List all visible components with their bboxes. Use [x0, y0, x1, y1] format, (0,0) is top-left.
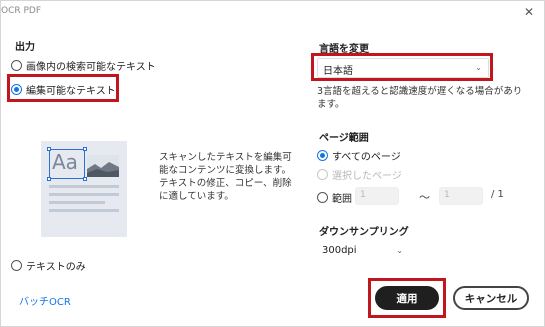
- selection-handle: [47, 177, 51, 181]
- downsampling-label: ダウンサンプリング: [319, 227, 409, 238]
- page-range-selected-label: 選択したページ: [332, 171, 402, 182]
- output-option-label: 画像内の検索可能なテキスト: [26, 62, 156, 73]
- text-line-graphic: [49, 201, 105, 204]
- page-range-selected: 選択したページ: [317, 167, 402, 182]
- selection-handle: [83, 177, 87, 181]
- range-separator: ～: [419, 191, 430, 204]
- selection-handle: [47, 147, 51, 151]
- photo-thumbnail-icon: [87, 155, 119, 177]
- radio-button[interactable]: [11, 60, 22, 71]
- radio-button[interactable]: [11, 260, 22, 271]
- output-option-editable[interactable]: 編集可能なテキスト: [11, 82, 116, 97]
- range-to-input[interactable]: 1: [439, 187, 483, 205]
- output-description: スキャンしたテキストを編集可能なコンテンツに変換します。テキストの修正、コピー、…: [159, 152, 292, 202]
- text-line-graphic: [49, 209, 119, 212]
- language-label: 言語を変更: [319, 44, 369, 55]
- chevron-down-icon: ⌄: [475, 63, 482, 72]
- output-option-label: テキストのみ: [26, 262, 86, 273]
- downsampling-selected-value: 300dpi: [322, 245, 357, 256]
- radio-button-checked[interactable]: [11, 84, 22, 95]
- text-line-graphic: [49, 193, 119, 196]
- chevron-down-icon: ⌄: [396, 246, 403, 255]
- language-note: 3言語を超えると認識速度が遅くなる場合があります。: [317, 86, 523, 110]
- page-range-label: ページ範囲: [319, 133, 369, 144]
- selection-handle: [83, 147, 87, 151]
- editable-text-illustration: Aa: [41, 141, 127, 237]
- selection-box: [49, 149, 85, 179]
- cancel-button[interactable]: キャンセル: [453, 286, 529, 310]
- range-from-input[interactable]: 1: [355, 187, 399, 205]
- ocr-dialog: OCR PDF ✕ 出力 画像内の検索可能なテキスト 編集可能なテキスト Aa …: [0, 0, 545, 327]
- page-range-all[interactable]: すべてのページ: [317, 148, 401, 163]
- text-line-graphic: [49, 185, 119, 188]
- output-option-text-only[interactable]: テキストのみ: [11, 258, 86, 273]
- dialog-title: OCR PDF: [1, 6, 42, 16]
- page-total: / 1: [491, 189, 504, 200]
- radio-button-checked[interactable]: [317, 150, 328, 161]
- output-option-label: 編集可能なテキスト: [26, 86, 116, 97]
- page-range-all-label: すべてのページ: [332, 152, 401, 163]
- batch-ocr-link[interactable]: バッチOCR: [19, 293, 71, 308]
- language-selected-value: 日本語: [323, 66, 353, 77]
- radio-button[interactable]: [317, 192, 328, 203]
- language-select[interactable]: 日本語 ⌄: [317, 58, 489, 78]
- page-range-custom-label: 範囲: [332, 194, 352, 205]
- close-icon[interactable]: ✕: [524, 5, 534, 19]
- page-range-custom[interactable]: 範囲: [317, 190, 352, 205]
- downsampling-select[interactable]: 300dpi ⌄: [317, 243, 407, 261]
- output-option-searchable[interactable]: 画像内の検索可能なテキスト: [11, 58, 156, 73]
- apply-button[interactable]: 適用: [375, 286, 439, 310]
- radio-button-disabled: [317, 169, 328, 180]
- output-label: 出力: [15, 42, 35, 53]
